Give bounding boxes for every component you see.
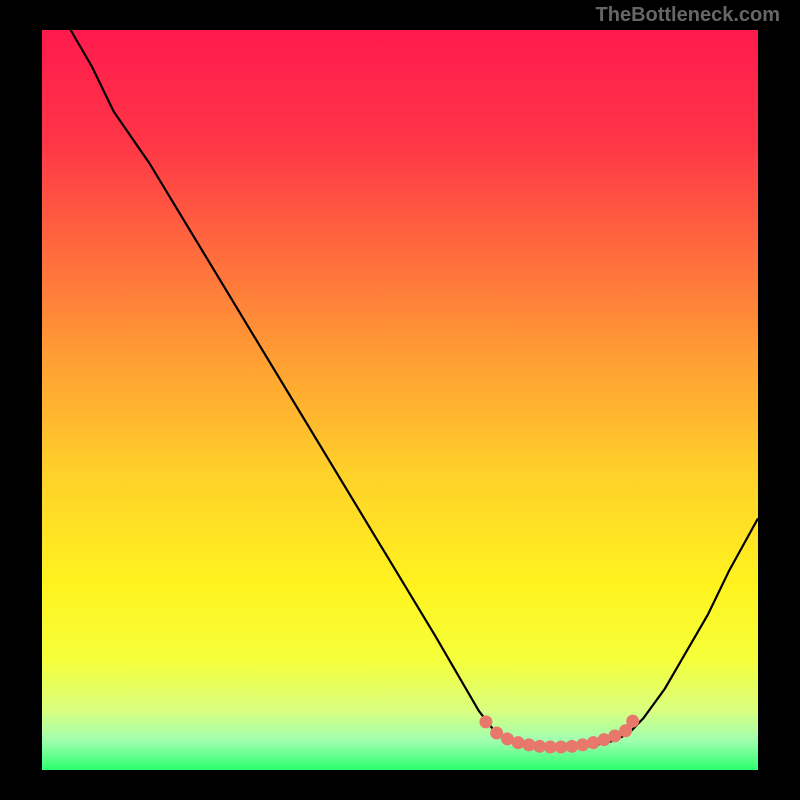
marker-dot bbox=[512, 736, 525, 749]
marker-dot bbox=[576, 738, 589, 751]
chart-container: TheBottleneck.com bbox=[0, 0, 800, 800]
attribution-text: TheBottleneck.com bbox=[596, 4, 780, 27]
plot-area bbox=[42, 30, 758, 770]
marker-dot bbox=[479, 715, 492, 728]
chart-svg bbox=[42, 30, 758, 770]
marker-dot bbox=[626, 715, 639, 728]
gradient-background bbox=[42, 30, 758, 770]
